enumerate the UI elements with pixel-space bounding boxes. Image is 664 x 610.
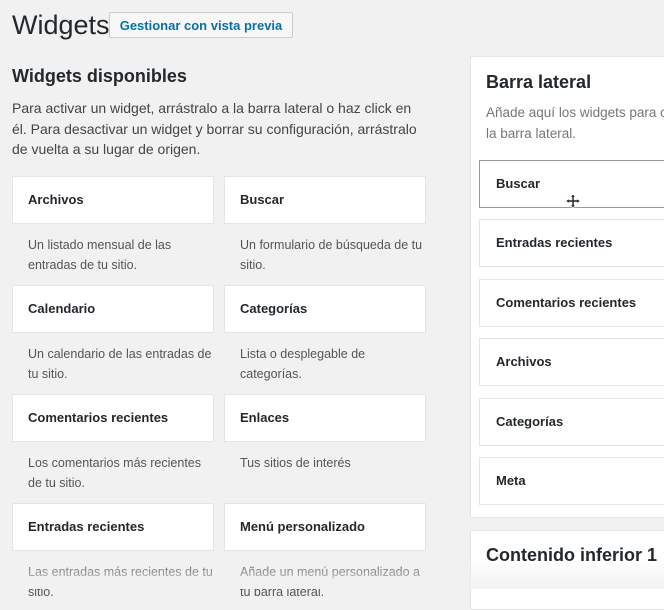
available-widgets-title: Widgets disponibles xyxy=(12,66,187,86)
widget-menu-personalizado[interactable]: Menú personalizado xyxy=(224,503,426,551)
sidebar-description: Añade aquí los widgets para c la barra l… xyxy=(486,103,664,144)
sidebar-item-entradas-recientes[interactable]: Entradas recientes xyxy=(479,219,664,267)
sidebar-item-meta[interactable]: Meta xyxy=(479,457,664,505)
bottom-content-title[interactable]: Contenido inferior 1 xyxy=(486,545,657,566)
page-title: Widgets xyxy=(12,10,110,40)
bottom-content-area xyxy=(470,530,664,610)
widget-entradas-recientes[interactable]: Entradas recientes xyxy=(12,503,214,551)
widget-enlaces[interactable]: Enlaces xyxy=(224,394,426,442)
manage-with-preview-button[interactable]: Gestionar con vista previa xyxy=(109,12,293,38)
sidebar-item-archivos[interactable]: Archivos xyxy=(479,338,664,386)
widget-description: Lista o desplegable de categorías. xyxy=(240,347,366,381)
move-cursor-icon xyxy=(565,193,581,209)
available-widgets-description: Para activar un widget, arrástralo a la … xyxy=(12,100,417,157)
widget-comentarios-recientes[interactable]: Comentarios recientes xyxy=(12,394,214,442)
widget-description: Un calendario de las entradas de tu siti… xyxy=(28,347,212,381)
sidebar-item-comentarios-recientes[interactable]: Comentarios recientes xyxy=(479,279,664,327)
widget-description: Tus sitios de interés xyxy=(240,456,351,470)
sidebar-title[interactable]: Barra lateral xyxy=(486,72,591,93)
widget-buscar[interactable]: Buscar xyxy=(224,176,426,224)
widget-archivos[interactable]: Archivos xyxy=(12,176,214,224)
sidebar-description-line: Añade aquí los widgets para c xyxy=(486,105,664,120)
widget-description: Un formulario de búsqueda de tu sitio. xyxy=(240,238,423,272)
widget-description: Añade un menú personalizado a tu barra l… xyxy=(240,565,420,599)
widget-description: Un listado mensual de las entradas de tu… xyxy=(28,238,172,272)
widget-description: Las entradas más recientes de tu sitio. xyxy=(28,565,213,599)
sidebar-description-line: la barra lateral. xyxy=(486,125,577,141)
widget-calendario[interactable]: Calendario xyxy=(12,285,214,333)
widget-categorias[interactable]: Categorías xyxy=(224,285,426,333)
widget-description: Los comentarios más recientes de tu siti… xyxy=(28,456,201,490)
sidebar-item-categorias[interactable]: Categorías xyxy=(479,398,664,446)
